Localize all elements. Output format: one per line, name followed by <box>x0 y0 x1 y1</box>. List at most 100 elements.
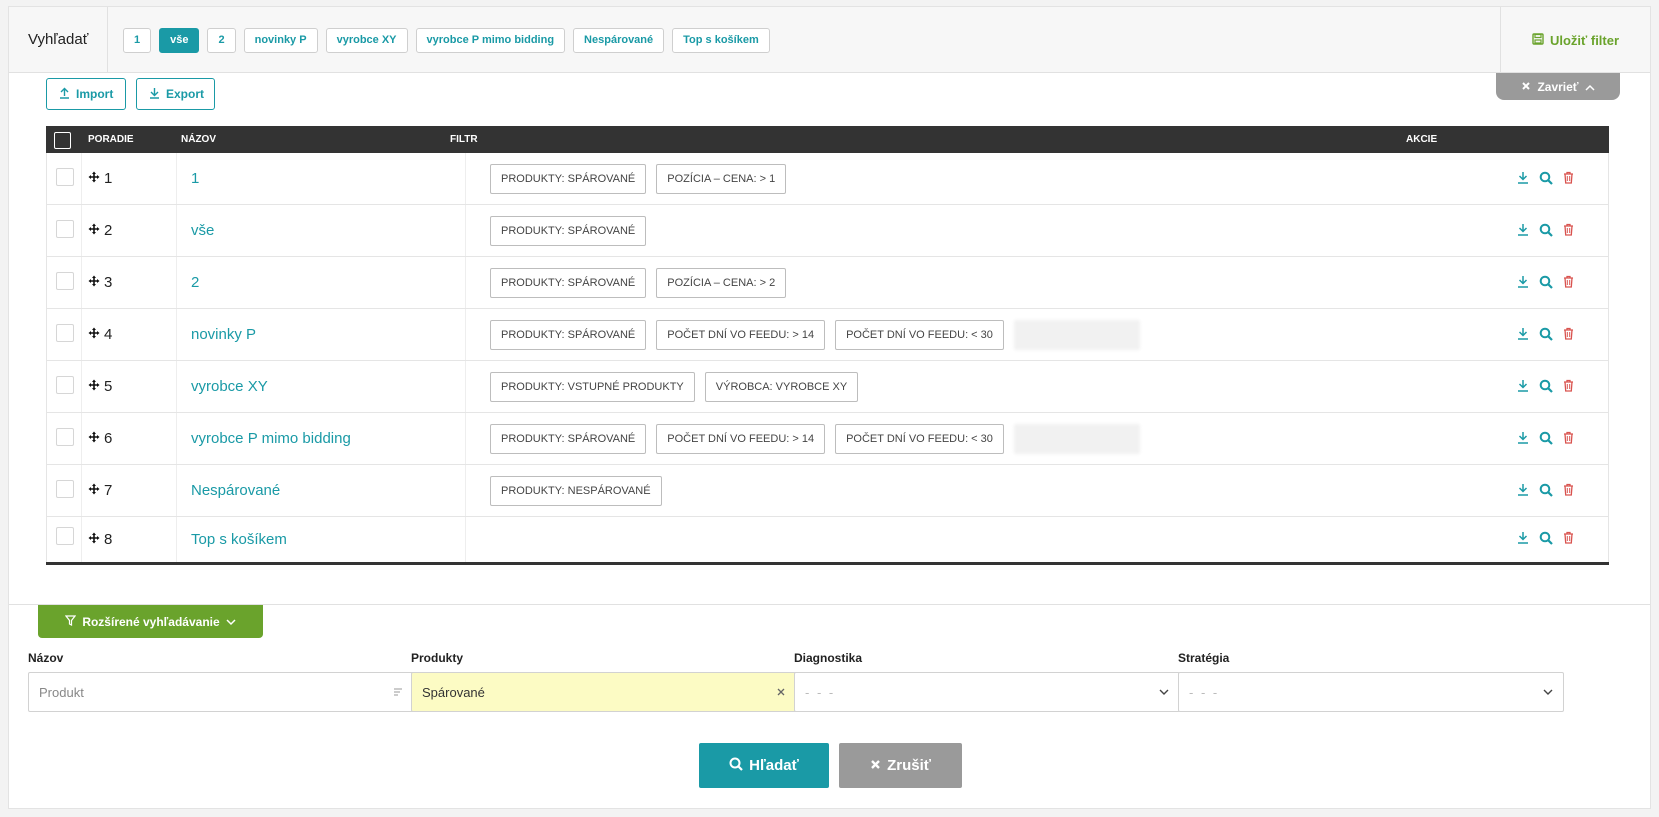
filter-name-link[interactable]: Top s košíkem <box>191 517 287 562</box>
trash-icon[interactable] <box>1561 326 1576 341</box>
move-icon[interactable] <box>88 257 100 309</box>
filter-name-link[interactable]: Nespárované <box>191 465 280 517</box>
download-icon[interactable] <box>1515 430 1530 445</box>
import-label: Import <box>76 87 114 101</box>
row-checkbox[interactable] <box>56 480 74 498</box>
select-all-checkbox[interactable] <box>54 132 71 149</box>
filter-tag: PRODUKTY: VSTUPNÉ PRODUKTY <box>490 372 695 402</box>
search-icon <box>729 757 743 775</box>
move-icon[interactable] <box>88 309 100 361</box>
saved-filter-pill[interactable]: Nespárované <box>573 28 665 53</box>
saved-filter-pill[interactable]: Top s košíkem <box>672 28 770 53</box>
saved-filter-pill[interactable]: vyrobce P mimo bidding <box>415 28 566 53</box>
row-checkbox[interactable] <box>56 428 74 446</box>
row-actions <box>1515 326 1576 341</box>
trash-icon[interactable] <box>1561 378 1576 393</box>
filter-tag: POČET DNÍ VO FEEDU: < 30 <box>835 320 1004 350</box>
clear-icon[interactable] <box>776 685 786 700</box>
column-divider <box>176 361 177 412</box>
diagnostics-value: - - - <box>805 684 836 700</box>
export-button[interactable]: Export <box>136 78 215 110</box>
download-icon[interactable] <box>1515 530 1530 545</box>
column-divider <box>81 153 82 204</box>
row-checkbox[interactable] <box>56 527 74 545</box>
search-icon[interactable] <box>1538 530 1553 545</box>
move-icon[interactable] <box>88 361 100 413</box>
header-name: NÁZOV <box>181 134 216 145</box>
trash-icon[interactable] <box>1561 482 1576 497</box>
row-order[interactable]: 6 <box>88 413 112 465</box>
trash-icon[interactable] <box>1561 170 1576 185</box>
move-icon[interactable] <box>88 514 100 566</box>
search-icon[interactable] <box>1538 430 1553 445</box>
row-actions <box>1515 274 1576 289</box>
move-icon[interactable] <box>88 153 100 205</box>
diagnostics-select[interactable]: - - - <box>794 672 1180 712</box>
download-icon[interactable] <box>1515 222 1530 237</box>
table-header: PORADIE NÁZOV FILTR AKCIE <box>46 126 1609 153</box>
row-checkbox[interactable] <box>56 220 74 238</box>
row-checkbox[interactable] <box>56 168 74 186</box>
search-icon[interactable] <box>1538 170 1553 185</box>
search-button[interactable]: Hľadať <box>699 743 829 788</box>
import-button[interactable]: Import <box>46 78 126 110</box>
cancel-button[interactable]: Zrušiť <box>839 743 962 788</box>
download-icon[interactable] <box>1515 482 1530 497</box>
column-divider <box>176 465 177 516</box>
filter-name-link[interactable]: vyrobce XY <box>191 361 268 413</box>
download-icon[interactable] <box>1515 170 1530 185</box>
products-select[interactable]: Spárované <box>411 672 797 712</box>
trash-icon[interactable] <box>1561 430 1576 445</box>
saved-filter-pill[interactable]: vše <box>159 28 200 53</box>
column-divider <box>176 205 177 256</box>
row-checkbox[interactable] <box>56 376 74 394</box>
name-input[interactable]: Produkt <box>28 672 414 712</box>
extended-search-toggle[interactable]: Rozšírené vyhľadávanie <box>38 605 263 638</box>
row-order[interactable]: 7 <box>88 465 112 517</box>
row-order[interactable]: 8 <box>88 517 112 562</box>
move-icon[interactable] <box>88 413 100 465</box>
move-icon[interactable] <box>88 205 100 257</box>
saved-filter-pill[interactable]: 1 <box>123 28 152 53</box>
row-order[interactable]: 1 <box>88 153 112 205</box>
search-icon[interactable] <box>1538 378 1553 393</box>
saved-filter-pill[interactable]: novinky P <box>243 28 318 53</box>
download-icon[interactable] <box>1515 378 1530 393</box>
filter-name-link[interactable]: vše <box>191 205 214 257</box>
table-body: 1 1 PRODUKTY: SPÁROVANÉ POZÍCIA – CENA: >… <box>46 153 1609 562</box>
saved-filter-pill[interactable]: 2 <box>207 28 236 53</box>
search-icon[interactable] <box>1538 274 1553 289</box>
save-filter-button[interactable]: Uložiť filter <box>1500 7 1650 73</box>
filter-tags: PRODUKTY: SPÁROVANÉ POČET DNÍ VO FEEDU: >… <box>490 424 1140 454</box>
row-order[interactable]: 4 <box>88 309 112 361</box>
column-divider <box>176 517 177 562</box>
download-icon[interactable] <box>1515 274 1530 289</box>
search-icon[interactable] <box>1538 482 1553 497</box>
table-row: 7 Nespárované PRODUKTY: NESPÁROVANÉ <box>46 465 1609 517</box>
filter-name-link[interactable]: 2 <box>191 257 199 309</box>
saved-filter-pill[interactable]: vyrobce XY <box>325 28 408 53</box>
move-icon[interactable] <box>88 465 100 517</box>
close-button[interactable]: Zavrieť <box>1496 73 1620 100</box>
row-order[interactable]: 3 <box>88 257 112 309</box>
export-label: Export <box>166 87 205 101</box>
trash-icon[interactable] <box>1561 222 1576 237</box>
row-actions <box>1515 170 1576 185</box>
filter-name-link[interactable]: vyrobce P mimo bidding <box>191 413 351 465</box>
trash-icon[interactable] <box>1561 530 1576 545</box>
order-number: 4 <box>104 326 113 343</box>
chevron-down-icon <box>1543 685 1553 700</box>
row-order[interactable]: 5 <box>88 361 112 413</box>
order-number: 6 <box>104 430 113 447</box>
strategy-select[interactable]: - - - <box>1178 672 1564 712</box>
search-icon[interactable] <box>1538 326 1553 341</box>
filter-name-link[interactable]: novinky P <box>191 309 256 361</box>
filter-name-link[interactable]: 1 <box>191 153 199 205</box>
search-title: Vyhľadať <box>9 7 108 73</box>
row-checkbox[interactable] <box>56 324 74 342</box>
row-order[interactable]: 2 <box>88 205 112 257</box>
download-icon[interactable] <box>1515 326 1530 341</box>
row-checkbox[interactable] <box>56 272 74 290</box>
search-icon[interactable] <box>1538 222 1553 237</box>
trash-icon[interactable] <box>1561 274 1576 289</box>
